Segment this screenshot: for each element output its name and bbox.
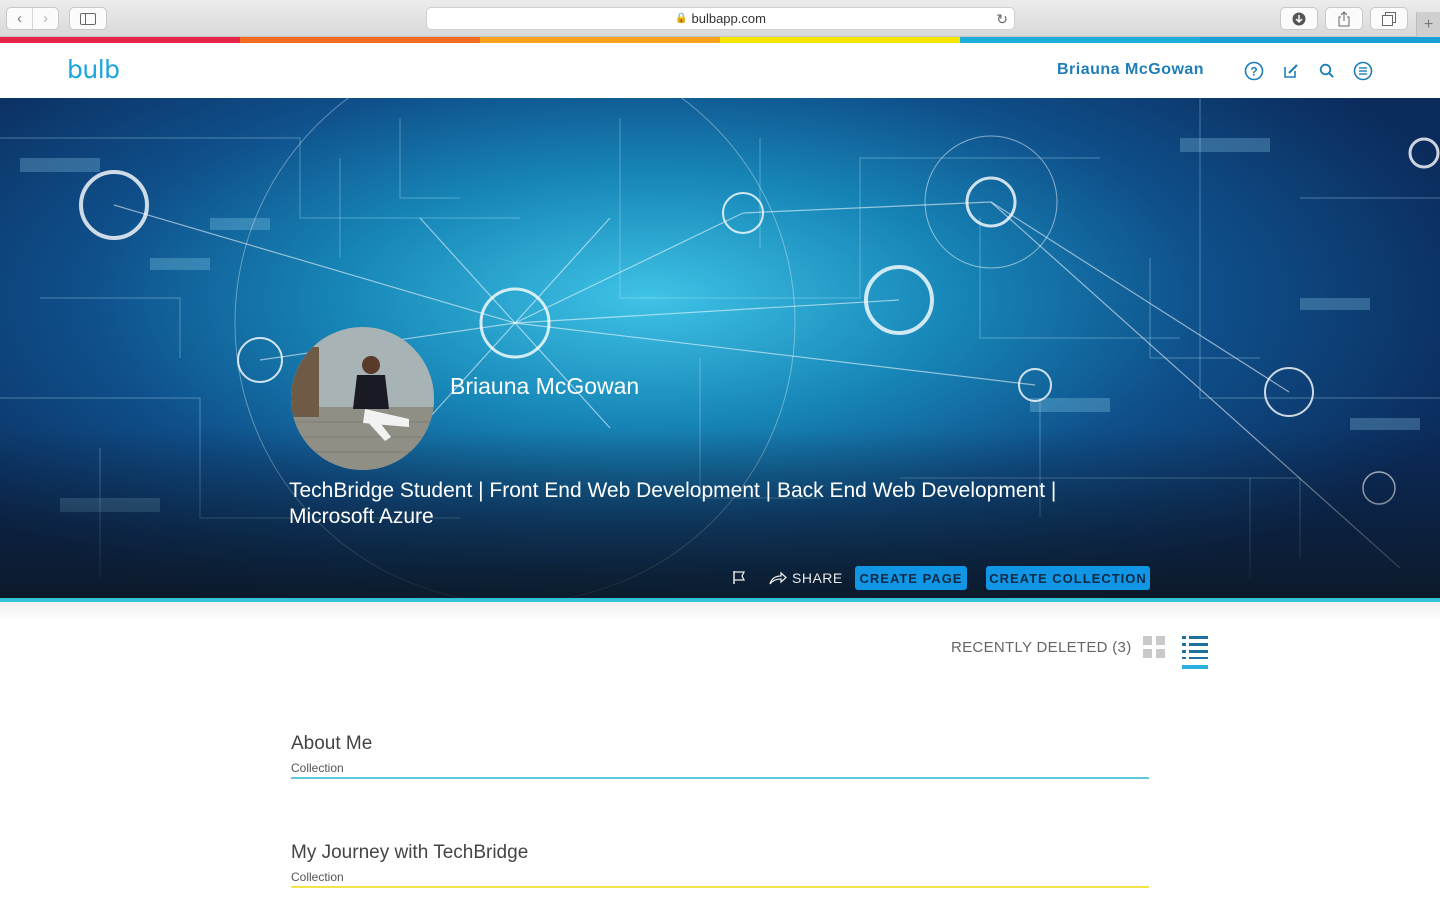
collection-type: Collection (291, 870, 344, 884)
share-page-button[interactable] (1325, 7, 1363, 30)
edit-icon[interactable] (1281, 61, 1301, 81)
address-bar[interactable]: 🔒 bulbapp.com ↻ (426, 7, 1015, 30)
create-collection-button[interactable]: CREATE COLLECTION (986, 566, 1150, 590)
cover-shadow (0, 602, 1440, 620)
collection-item[interactable]: My Journey with TechBridge Collection (291, 842, 1149, 888)
help-icon[interactable]: ? (1244, 61, 1264, 81)
grid-cell (1143, 636, 1152, 645)
grid-cell (1143, 649, 1152, 658)
site-header: bulb Briauna McGowan ? (0, 43, 1440, 98)
menu-icon[interactable] (1353, 61, 1373, 81)
collection-underline (291, 777, 1149, 779)
flag-icon[interactable] (731, 569, 747, 590)
recently-deleted-link[interactable]: RECENTLY DELETED (3) (951, 639, 1132, 656)
collection-title[interactable]: About Me (291, 733, 1149, 755)
active-view-indicator (1182, 665, 1208, 669)
browser-toolbar: ‹ › 🔒 bulbapp.com ↻ + (0, 0, 1440, 37)
sidebar-toggle-button[interactable] (69, 7, 107, 30)
profile-name: Briauna McGowan (450, 373, 640, 399)
collection-title[interactable]: My Journey with TechBridge (291, 842, 1149, 864)
share-label: SHARE (792, 570, 843, 586)
create-page-button[interactable]: CREATE PAGE (855, 566, 967, 590)
share-arrow-icon (769, 571, 787, 585)
avatar-photo (291, 327, 434, 470)
profile-actions: SHARE CREATE PAGE CREATE COLLECTION (0, 564, 1440, 594)
url-text: bulbapp.com (691, 11, 766, 26)
history-nav: ‹ › (6, 7, 59, 30)
svg-text:?: ? (1250, 65, 1257, 79)
lock-icon: 🔒 (675, 13, 688, 24)
bulb-logo[interactable]: bulb (67, 55, 120, 84)
new-tab-button[interactable]: + (1416, 12, 1440, 37)
reload-icon[interactable]: ↻ (996, 11, 1008, 28)
forward-icon[interactable]: › (32, 8, 58, 29)
list-view-icon[interactable] (1182, 635, 1208, 669)
search-icon[interactable] (1317, 61, 1337, 81)
share-button[interactable]: SHARE (769, 570, 843, 586)
download-icon (1292, 12, 1306, 25)
back-icon[interactable]: ‹ (7, 8, 32, 29)
header-user-name[interactable]: Briauna McGowan (1057, 61, 1204, 79)
profile-cover: Briauna McGowan TechBridge Student | Fro… (0, 98, 1440, 598)
collection-type: Collection (291, 761, 344, 775)
profile-avatar[interactable] (291, 327, 434, 470)
collection-item[interactable]: About Me Collection (291, 733, 1149, 779)
tabs-overview-button[interactable] (1370, 7, 1408, 30)
grid-cell (1156, 636, 1165, 645)
collection-underline (291, 886, 1149, 888)
grid-cell (1156, 649, 1165, 658)
downloads-button[interactable] (1280, 7, 1318, 30)
tabs-icon (1382, 11, 1396, 26)
grid-view-icon[interactable] (1143, 636, 1165, 658)
profile-bio: TechBridge Student | Front End Web Devel… (289, 479, 1057, 528)
sidebar-icon (80, 12, 96, 25)
share-icon (1338, 10, 1350, 26)
